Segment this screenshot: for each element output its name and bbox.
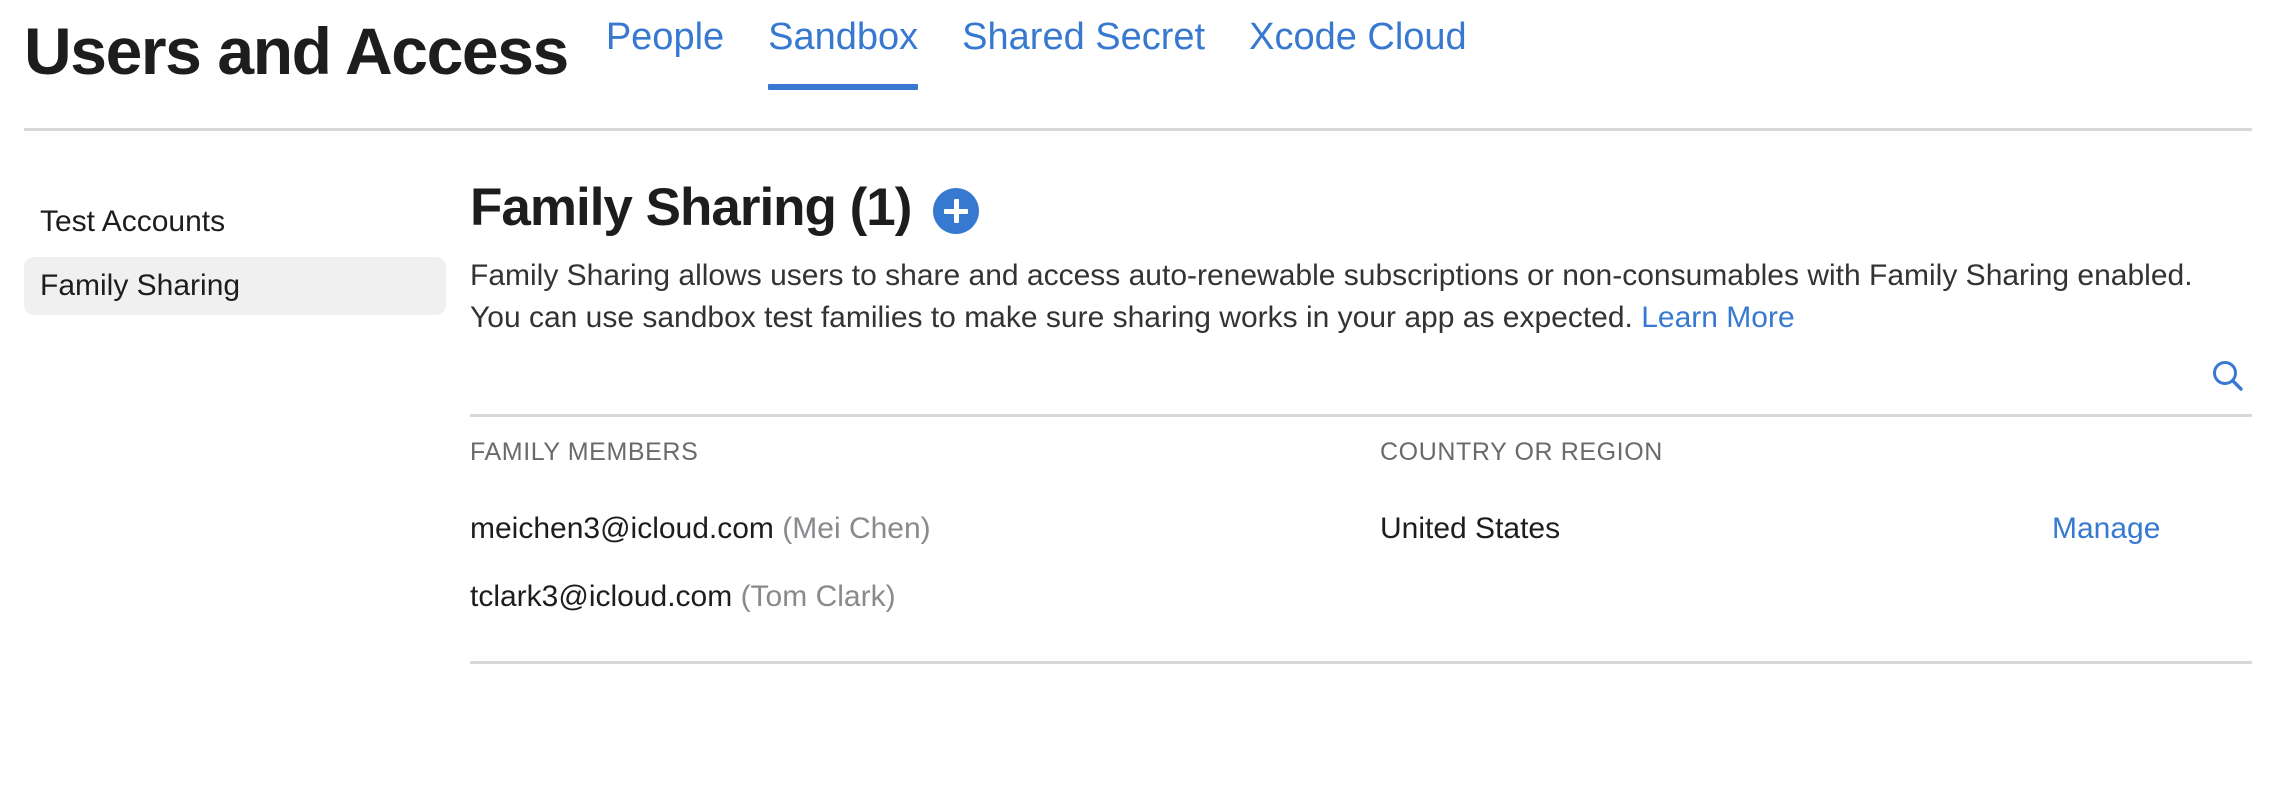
section-title: Family Sharing (1): [470, 178, 912, 237]
content-area: Test Accounts Family Sharing Family Shar…: [0, 131, 2292, 665]
tab-xcode-cloud[interactable]: Xcode Cloud: [1227, 18, 1489, 90]
table-body: meichen3@icloud.com (Mei Chen) United St…: [470, 495, 2252, 631]
member-cell: meichen3@icloud.com (Mei Chen): [470, 511, 1380, 547]
manage-link[interactable]: Manage: [2052, 512, 2160, 545]
member-cell: tclark3@icloud.com (Tom Clark): [470, 579, 1380, 615]
country-cell: United States: [1380, 512, 1561, 546]
search-icon: [2208, 361, 2248, 399]
section-description: Family Sharing allows users to share and…: [470, 255, 2215, 338]
column-header-family-members: FAMILY MEMBERS: [470, 438, 699, 467]
sidebar-item-label: Family Sharing: [40, 269, 241, 302]
tab-bar: People Sandbox Shared Secret Xcode Cloud: [606, 18, 1489, 118]
sidebar-item-label: Test Accounts: [40, 205, 226, 238]
learn-more-link[interactable]: Learn More: [1641, 301, 1794, 334]
main-panel: Family Sharing (1) Family Sharing allows…: [470, 131, 2292, 665]
sidebar-item-family-sharing[interactable]: Family Sharing: [24, 257, 446, 315]
header-row: Users and Access People Sandbox Shared S…: [24, 18, 2268, 118]
page-header: Users and Access People Sandbox Shared S…: [0, 0, 2292, 131]
description-text: Family Sharing allows users to share and…: [470, 259, 2193, 334]
table-row: tclark3@icloud.com (Tom Clark): [470, 563, 2252, 631]
member-email: tclark3@icloud.com: [470, 580, 733, 614]
family-members-table: FAMILY MEMBERS COUNTRY OR REGION meichen…: [470, 414, 2252, 665]
member-display-name: (Mei Chen): [782, 512, 931, 546]
sidebar: Test Accounts Family Sharing: [0, 131, 470, 321]
page-title: Users and Access: [24, 14, 569, 88]
member-display-name: (Tom Clark): [740, 580, 896, 614]
tab-people[interactable]: People: [606, 18, 746, 90]
table-row: meichen3@icloud.com (Mei Chen) United St…: [470, 495, 2252, 563]
tab-sandbox[interactable]: Sandbox: [746, 18, 940, 90]
table-header-row: FAMILY MEMBERS COUNTRY OR REGION: [470, 417, 2252, 487]
column-header-country-or-region: COUNTRY OR REGION: [1380, 438, 1663, 467]
sidebar-item-test-accounts[interactable]: Test Accounts: [24, 193, 446, 251]
tab-shared-secret[interactable]: Shared Secret: [940, 18, 1227, 90]
add-family-button[interactable]: [933, 188, 980, 235]
search-row: [470, 338, 2252, 414]
action-cell: Manage: [2052, 511, 2252, 547]
section-header: Family Sharing (1): [470, 178, 2252, 237]
table-bottom-divider: [470, 661, 2252, 665]
search-button[interactable]: [2208, 356, 2248, 396]
member-email: meichen3@icloud.com: [470, 512, 774, 546]
header-divider: [24, 128, 2252, 131]
